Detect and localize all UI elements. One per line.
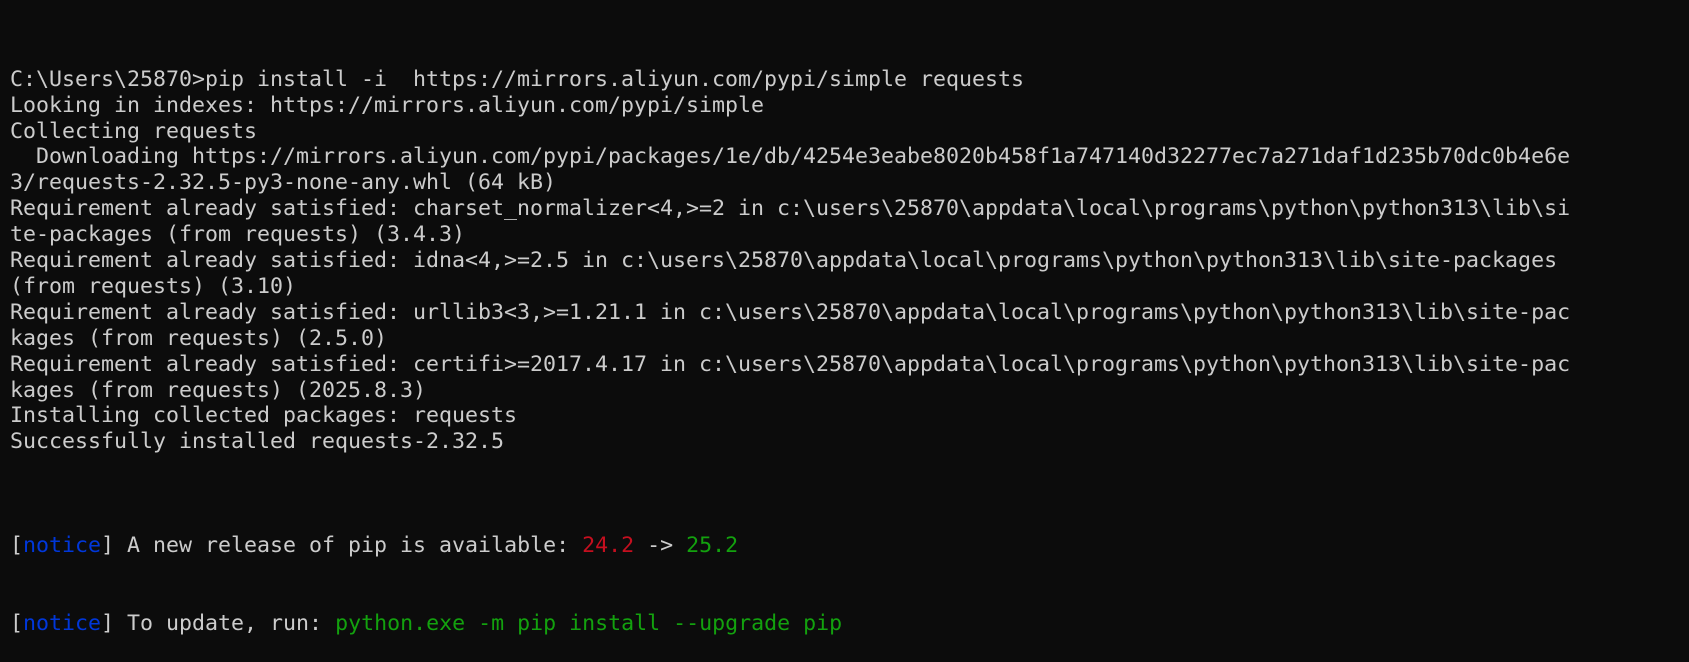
output-line: Looking in indexes: https://mirrors.aliy…: [10, 92, 765, 118]
output-line: (from requests) (3.10): [10, 273, 297, 299]
output-line: Installing collected packages: requests: [10, 403, 518, 429]
output-line: Requirement already satisfied: certifi>=…: [10, 351, 1571, 377]
new-version: 25.2: [686, 532, 739, 558]
output-lines: C:\Users\25870>pip install -i https://mi…: [10, 67, 1578, 481]
bracket: [: [10, 532, 24, 558]
upgrade-command: python.exe -m pip install --upgrade pip: [335, 610, 843, 636]
output-line: te-packages (from requests) (3.4.3): [10, 222, 466, 248]
bracket: ]: [101, 532, 115, 558]
notice-text: To update, run:: [114, 610, 336, 636]
old-version: 24.2: [582, 532, 635, 558]
terminal-output[interactable]: C:\Users\25870>pip install -i https://mi…: [10, 15, 1578, 662]
output-line: Requirement already satisfied: idna<4,>=…: [10, 248, 1558, 274]
bracket: ]: [101, 610, 115, 636]
notice-release-line: [notice] A new release of pip is availab…: [10, 533, 1578, 559]
output-line: C:\Users\25870>pip install -i https://mi…: [10, 66, 1025, 92]
notice-update-line: [notice] To update, run: python.exe -m p…: [10, 611, 1578, 637]
output-line: Collecting requests: [10, 118, 258, 144]
output-line: kages (from requests) (2.5.0): [10, 325, 388, 351]
output-line: Downloading https://mirrors.aliyun.com/p…: [10, 144, 1571, 170]
arrow: ->: [634, 532, 687, 558]
notice-tag: notice: [23, 610, 102, 636]
output-line: 3/requests-2.32.5-py3-none-any.whl (64 k…: [10, 170, 557, 196]
output-line: Requirement already satisfied: charset_n…: [10, 196, 1571, 222]
output-line: kages (from requests) (2025.8.3): [10, 377, 427, 403]
notice-text: A new release of pip is available:: [114, 532, 583, 558]
output-line: Successfully installed requests-2.32.5: [10, 429, 505, 455]
bracket: [: [10, 610, 24, 636]
output-line: Requirement already satisfied: urllib3<3…: [10, 299, 1571, 325]
notice-tag: notice: [23, 532, 102, 558]
